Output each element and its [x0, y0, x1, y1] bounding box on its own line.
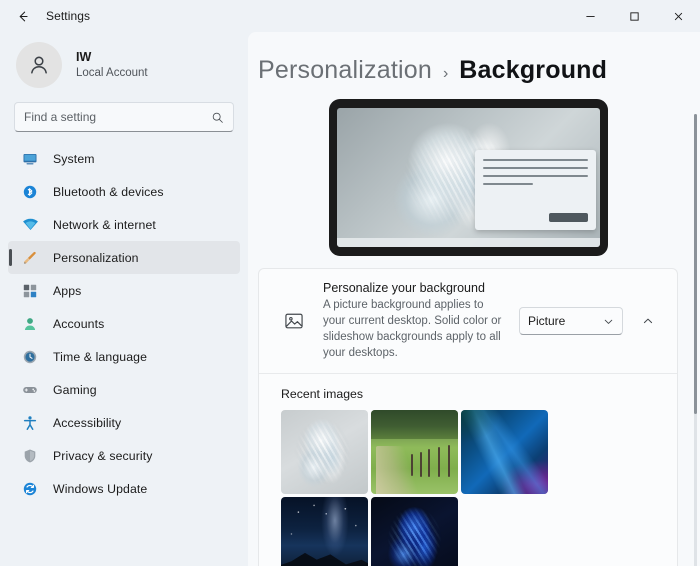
picture-icon — [281, 308, 307, 334]
background-settings-card: Personalize your background A picture ba… — [258, 268, 678, 566]
monitor-icon — [20, 150, 40, 168]
maximize-button[interactable] — [612, 0, 656, 32]
sidebar-item-system[interactable]: System — [8, 142, 240, 175]
dropdown-value: Picture — [528, 314, 603, 328]
title-bar: Settings — [0, 0, 700, 32]
person-avatar-icon — [26, 52, 52, 78]
mock-line — [483, 159, 588, 161]
recent-image-thumbnail[interactable] — [371, 497, 458, 566]
sidebar-item-apps[interactable]: Apps — [8, 274, 240, 307]
sidebar-item-label: Personalization — [53, 251, 139, 265]
breadcrumb-separator: › — [443, 65, 448, 83]
recent-image-thumbnail[interactable] — [281, 497, 368, 566]
breadcrumb-parent-link[interactable]: Personalization — [258, 56, 432, 85]
search-box[interactable] — [14, 102, 234, 132]
account-type: Local Account — [76, 66, 148, 80]
sidebar-item-bluetooth-devices[interactable]: Bluetooth & devices — [8, 175, 240, 208]
avatar — [16, 42, 62, 88]
scrollbar-thumb[interactable] — [694, 114, 697, 414]
accessibility-icon — [20, 414, 40, 432]
sidebar-item-label: System — [53, 152, 95, 166]
search-icon — [211, 111, 224, 124]
back-button[interactable] — [6, 1, 40, 31]
preview-section — [258, 99, 678, 268]
settings-scroll-area: Personalize your background A picture ba… — [248, 99, 700, 566]
sidebar: IW Local Account — [0, 32, 248, 566]
recent-images-title: Recent images — [281, 387, 663, 401]
content-pane: Personalization › Background — [248, 32, 700, 566]
row-description: A picture background applies to your cur… — [323, 298, 507, 361]
recent-images-section: Recent images — [259, 374, 677, 566]
sidebar-item-label: Accounts — [53, 317, 104, 331]
sidebar-item-label: Privacy & security — [53, 449, 153, 463]
wifi-icon — [20, 216, 40, 234]
preview-taskbar — [337, 238, 600, 247]
recent-images-grid — [281, 410, 548, 566]
sidebar-item-windows-update[interactable]: Windows Update — [8, 472, 240, 505]
mock-button — [549, 213, 588, 222]
recent-image-thumbnail[interactable] — [371, 410, 458, 494]
recent-image-thumbnail[interactable] — [281, 410, 368, 494]
account-block[interactable]: IW Local Account — [0, 32, 248, 100]
bluetooth-icon — [20, 183, 40, 201]
row-title: Personalize your background — [323, 281, 507, 295]
shield-icon — [20, 447, 40, 465]
account-icon — [20, 315, 40, 333]
search-input[interactable] — [24, 110, 211, 124]
sidebar-item-label: Apps — [53, 284, 81, 298]
sidebar-item-privacy-security[interactable]: Privacy & security — [8, 439, 240, 472]
clock-icon — [20, 348, 40, 366]
maximize-icon — [629, 11, 640, 22]
close-button[interactable] — [656, 0, 700, 32]
back-arrow-icon — [16, 9, 31, 24]
search-container — [0, 100, 248, 142]
gamepad-icon — [20, 381, 40, 399]
sidebar-item-accounts[interactable]: Accounts — [8, 307, 240, 340]
sidebar-item-label: Windows Update — [53, 482, 147, 496]
window-body: IW Local Account — [0, 32, 700, 566]
apps-icon — [20, 282, 40, 300]
account-text: IW Local Account — [76, 50, 148, 81]
sidebar-item-label: Time & language — [53, 350, 147, 364]
mock-line — [483, 175, 588, 177]
sidebar-item-time-language[interactable]: Time & language — [8, 340, 240, 373]
mock-line — [483, 167, 588, 169]
sidebar-item-personalization[interactable]: Personalization — [8, 241, 240, 274]
sidebar-item-network-internet[interactable]: Network & internet — [8, 208, 240, 241]
minimize-button[interactable] — [568, 0, 612, 32]
account-name: IW — [76, 50, 148, 66]
chevron-down-icon — [603, 316, 614, 327]
window-controls — [568, 0, 700, 32]
personalize-background-text: Personalize your background A picture ba… — [323, 281, 519, 361]
app-title: Settings — [46, 9, 90, 23]
sidebar-item-accessibility[interactable]: Accessibility — [8, 406, 240, 439]
sidebar-item-label: Bluetooth & devices — [53, 185, 164, 199]
sidebar-item-gaming[interactable]: Gaming — [8, 373, 240, 406]
desktop-preview — [329, 99, 608, 256]
background-type-dropdown[interactable]: Picture — [519, 307, 623, 335]
sidebar-item-label: Accessibility — [53, 416, 121, 430]
recent-image-thumbnail[interactable] — [461, 410, 548, 494]
preview-screen — [337, 108, 600, 247]
sidebar-item-label: Gaming — [53, 383, 97, 397]
sidebar-item-label: Network & internet — [53, 218, 156, 232]
close-icon — [673, 11, 684, 22]
paintbrush-icon — [20, 249, 40, 267]
content-scrollbar[interactable] — [694, 114, 697, 566]
preview-mock-window — [475, 150, 596, 231]
section-collapse-button[interactable] — [633, 307, 663, 335]
settings-window: Settings — [0, 0, 700, 566]
sidebar-nav: System Bluetooth & devices — [0, 142, 248, 566]
page-title: Background — [459, 56, 607, 85]
update-icon — [20, 480, 40, 498]
chevron-up-icon — [642, 315, 654, 327]
breadcrumb: Personalization › Background — [248, 32, 700, 99]
personalize-background-row: Personalize your background A picture ba… — [259, 269, 677, 373]
minimize-icon — [585, 11, 596, 22]
mock-line — [483, 183, 533, 185]
